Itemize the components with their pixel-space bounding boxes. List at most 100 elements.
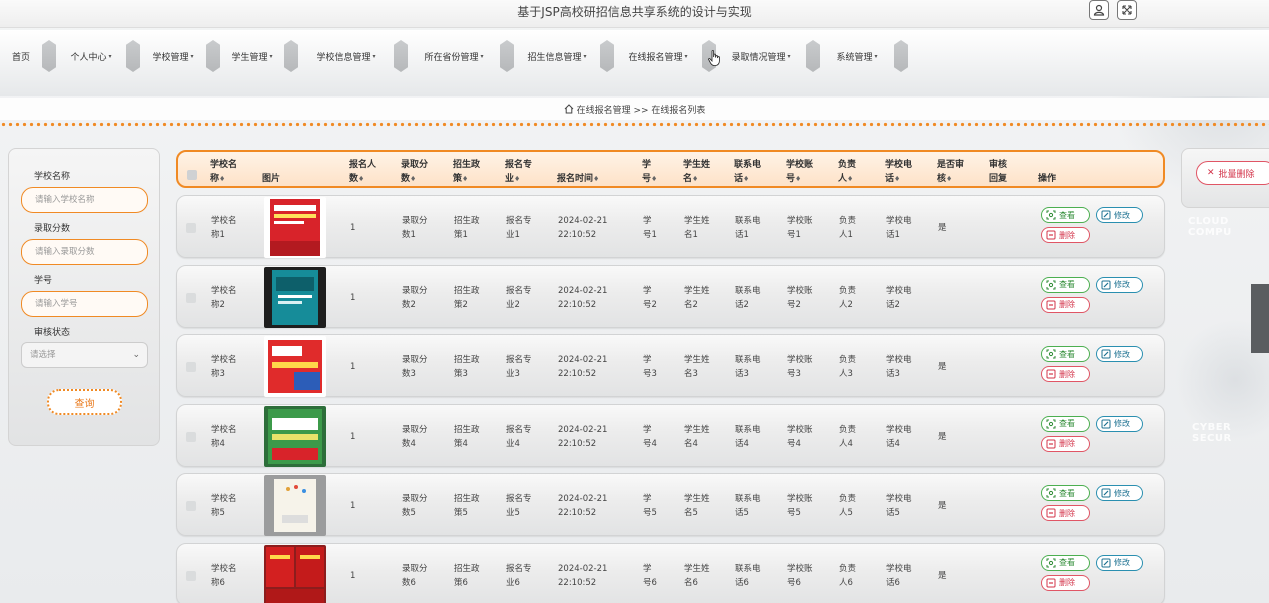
query-button[interactable]: 查询: [47, 389, 122, 415]
sort-icon[interactable]: ♦: [593, 175, 599, 183]
sort-icon[interactable]: ♦: [692, 175, 698, 183]
view-icon: [1046, 349, 1056, 359]
column-header-label: 回复: [989, 174, 1008, 184]
delete-button[interactable]: 删除: [1041, 227, 1090, 243]
nav-item-7[interactable]: 在线报名管理 ▾: [614, 40, 702, 72]
table-row[interactable]: 学校名 称4 1 录取分 数4 招生政 策4 报名专 业4 2024-02-21 22:10:52 学…: [176, 403, 1165, 467]
cell-policy: 招生政 策6: [454, 562, 480, 590]
status-select[interactable]: 请选择 ⌄: [21, 342, 148, 368]
cell-line: 学校电: [886, 355, 912, 365]
sort-icon[interactable]: ♦: [946, 175, 952, 183]
cell-count: 1: [350, 501, 356, 511]
sort-icon[interactable]: ♦: [514, 175, 520, 183]
row-checkbox[interactable]: [186, 223, 196, 233]
cell-line: 学校电: [886, 285, 912, 296]
row-checkbox[interactable]: [186, 292, 196, 303]
nav-item-6[interactable]: 招生信息管理 ▾: [514, 40, 600, 72]
edit-button[interactable]: 修改: [1096, 276, 1143, 293]
sort-icon[interactable]: ♦: [219, 175, 225, 183]
sort-icon[interactable]: ♦: [410, 175, 416, 183]
cell-line: 人6: [839, 577, 853, 588]
delete-button[interactable]: 删除: [1041, 366, 1090, 382]
edit-button[interactable]: 修改: [1096, 485, 1143, 501]
column-header[interactable]: 学校电 话♦: [885, 158, 912, 186]
nav-item-0[interactable]: 首页: [0, 40, 42, 72]
column-header[interactable]: 学校账 号♦: [786, 158, 813, 186]
delete-button[interactable]: 删除: [1041, 435, 1090, 452]
column-header[interactable]: 报名时间♦: [557, 158, 599, 186]
table-row[interactable]: 学校名 称2 1 录取分 数2 招生政 策2 报名专 业2 2024-02-21 22:10:52 学…: [176, 264, 1165, 328]
view-button[interactable]: 查看: [1041, 485, 1090, 501]
sort-icon[interactable]: ♦: [462, 175, 468, 183]
cell-line: 学校电: [886, 424, 912, 435]
view-button[interactable]: 查看: [1041, 346, 1090, 362]
column-header[interactable]: 学号♦: [642, 158, 657, 186]
column-header[interactable]: 负责 人♦: [838, 158, 856, 186]
view-button[interactable]: 查看: [1041, 554, 1090, 571]
fullscreen-icon[interactable]: [1117, 0, 1137, 20]
cell-line: 联系电: [735, 216, 761, 226]
column-header[interactable]: 报名人 数♦: [349, 158, 376, 186]
cell-sid: 学号3: [643, 353, 657, 381]
edit-button[interactable]: 修改: [1096, 554, 1143, 571]
column-header-label: 人: [838, 174, 848, 184]
select-all-checkbox[interactable]: [187, 170, 197, 180]
delete-button[interactable]: 删除: [1041, 505, 1090, 521]
batch-delete-button[interactable]: ✕ 批量删除: [1196, 161, 1269, 185]
column-header[interactable]: 学生姓 名♦: [683, 158, 710, 186]
table-row[interactable]: 学校名 称5 1 录取分 数5 招生政 策5 报名专 业5 2024-02-21 22:10:52 学…: [176, 473, 1165, 536]
user-icon[interactable]: [1089, 0, 1109, 20]
scrollbar-thumb[interactable]: [1251, 284, 1269, 353]
cell-line: 22:10:52: [558, 438, 597, 449]
chevron-down-icon: ⌄: [132, 350, 140, 360]
student-id-input[interactable]: 请输入学号: [21, 291, 148, 317]
column-header[interactable]: 录取分 数♦: [401, 158, 428, 186]
sort-icon[interactable]: ♦: [651, 175, 657, 183]
sort-icon[interactable]: ♦: [358, 175, 364, 183]
cell-line: 号2: [787, 299, 801, 310]
sort-icon[interactable]: ♦: [795, 175, 801, 183]
column-header[interactable]: 是否审 核♦: [937, 158, 964, 186]
edit-button[interactable]: 修改: [1096, 415, 1143, 432]
delete-label: 删除: [1059, 439, 1075, 448]
row-checkbox[interactable]: [186, 431, 196, 442]
table-row[interactable]: 学校名 称3 1 录取分 数3 招生政 策3 报名专 业3 2024-02-21 22:10:52 学…: [176, 334, 1165, 397]
column-header[interactable]: 联系电 话♦: [734, 158, 761, 186]
table-row[interactable]: 学校名 称6 1 录取分 数6 招生政 策6 报名专 业6 2024-02-21 22:10:52 学…: [176, 542, 1165, 603]
sort-icon[interactable]: ♦: [894, 175, 900, 183]
nav-item-5[interactable]: 所在省份管理 ▾: [408, 40, 500, 72]
breadcrumb: 在线报名管理 >> 在线报名列表: [0, 98, 1269, 120]
cell-owner: 负责 人4: [839, 423, 856, 451]
edit-button[interactable]: 修改: [1096, 346, 1143, 362]
delete-button[interactable]: 删除: [1041, 296, 1090, 313]
row-checkbox[interactable]: [186, 570, 196, 581]
cell-date: 2024-02-21 22:10:52: [558, 284, 607, 312]
column-header[interactable]: 学校名 称♦: [210, 158, 237, 186]
row-checkbox[interactable]: [186, 501, 196, 511]
table-row[interactable]: 学校名 称1 1 录取分 数1 招生政 策1 报名专 业1 2024-02-21 22:10:52 学…: [176, 195, 1165, 258]
nav-item-8[interactable]: 录取情况管理 ▾: [716, 40, 806, 72]
column-header-line2: 核♦: [937, 172, 964, 186]
home-icon[interactable]: [564, 104, 574, 117]
nav-item-3[interactable]: 学生管理 ▾: [220, 40, 284, 72]
view-button[interactable]: 查看: [1041, 415, 1090, 432]
view-button[interactable]: 查看: [1041, 207, 1090, 223]
score-input[interactable]: 请输入录取分数: [21, 239, 148, 265]
app-title: 基于JSP高校研招信息共享系统的设计与实现: [517, 5, 752, 19]
nav-item-1[interactable]: 个人中心 ▾: [56, 40, 126, 72]
nav-item-2[interactable]: 学校管理 ▾: [140, 40, 206, 72]
delete-button[interactable]: 删除: [1041, 574, 1090, 591]
sort-icon[interactable]: ♦: [847, 175, 853, 183]
nav-item-9[interactable]: 系统管理 ▾: [820, 40, 894, 72]
sort-icon[interactable]: ♦: [743, 175, 749, 183]
cell-line: 号4: [643, 438, 657, 449]
deco-cyber-text: CYBER SECUR: [1192, 422, 1232, 444]
edit-button[interactable]: 修改: [1096, 207, 1143, 223]
delete-icon: [1046, 439, 1056, 448]
school-name-input[interactable]: 请输入学校名称: [21, 187, 148, 213]
nav-item-4[interactable]: 学校信息管理 ▾: [298, 40, 394, 72]
column-header[interactable]: 报名专 业♦: [505, 158, 532, 186]
row-checkbox[interactable]: [186, 362, 196, 372]
column-header[interactable]: 招生政 策♦: [453, 158, 480, 186]
view-button[interactable]: 查看: [1041, 276, 1090, 293]
